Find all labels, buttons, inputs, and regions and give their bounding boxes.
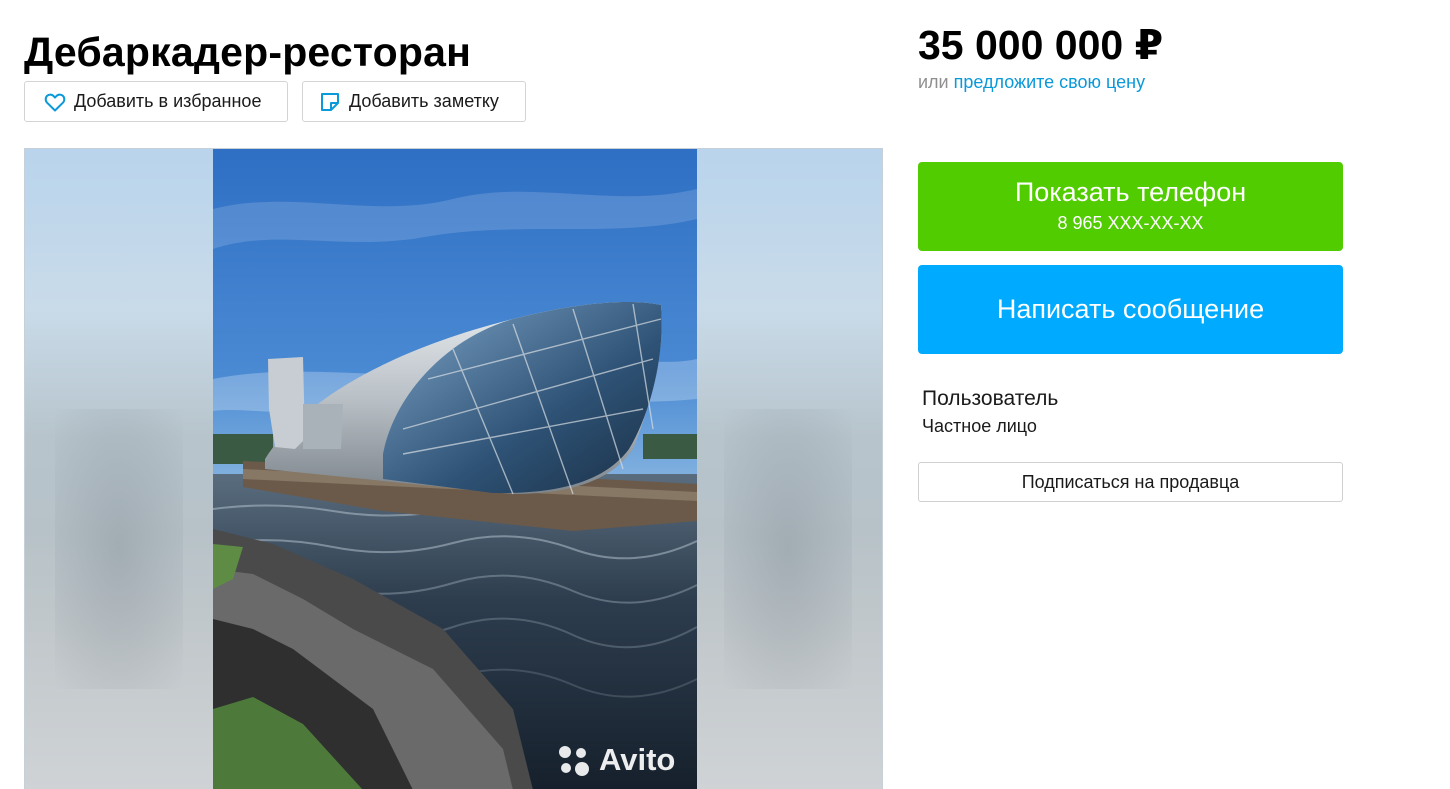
show-phone-label: Показать телефон <box>1014 177 1247 207</box>
show-phone-button[interactable]: Показать телефон 8 965 XXX-XX-XX <box>918 162 1343 251</box>
listing-price: 35 000 000 ₽ <box>918 22 1164 68</box>
seller-type: Частное лицо <box>922 416 1037 436</box>
heart-icon <box>43 90 67 114</box>
masked-phone-number: 8 965 XXX-XX-XX <box>1057 213 1204 233</box>
avito-watermark: Avito <box>555 741 675 779</box>
subscribe-seller-button[interactable]: Подписаться на продавца <box>918 462 1343 502</box>
write-message-button[interactable]: Написать сообщение <box>918 265 1343 354</box>
listing-page: Дебаркадер-ресторан Добавить в избранное… <box>0 0 1450 789</box>
offer-price-line: или предложите свою цену <box>918 72 1145 93</box>
add-to-favorites-button[interactable]: Добавить в избранное <box>24 81 288 122</box>
seller-name[interactable]: Пользователь <box>922 387 1058 411</box>
gallery-blur-left <box>25 149 213 789</box>
offer-price-link[interactable]: предложите свою цену <box>954 72 1145 92</box>
photo-gallery[interactable]: Avito <box>24 148 883 789</box>
listing-photo[interactable] <box>213 149 697 789</box>
add-note-label: Добавить заметку <box>349 91 499 111</box>
listing-title: Дебаркадер-ресторан <box>24 29 472 76</box>
sticky-note-icon <box>318 90 342 114</box>
watermark-text: Avito <box>599 742 676 777</box>
add-note-button[interactable]: Добавить заметку <box>302 81 526 122</box>
add-to-favorites-label: Добавить в избранное <box>74 91 262 111</box>
gallery-blur-right <box>694 149 882 789</box>
avito-dots-icon <box>555 741 593 779</box>
offer-prefix: или <box>918 72 949 92</box>
